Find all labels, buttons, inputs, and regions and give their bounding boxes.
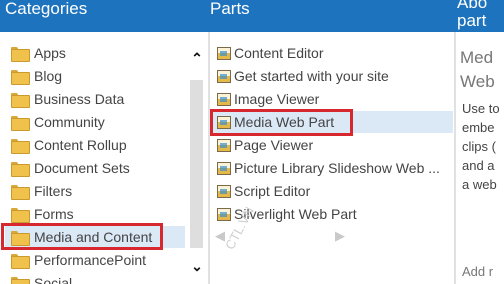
category-item-performancepoint[interactable]: PerformancePoint	[5, 249, 185, 271]
part-item-picture-library-slideshow[interactable]: Picture Library Slideshow Web ...	[213, 157, 453, 179]
about-description-line: embe	[462, 120, 495, 135]
part-label: Content Editor	[234, 45, 324, 61]
column-divider	[208, 32, 210, 284]
categories-heading: Categories	[5, 0, 88, 18]
folder-icon	[11, 46, 30, 62]
about-part-title-line2: Web	[460, 72, 495, 91]
web-part-icon	[217, 161, 231, 175]
part-item-image-viewer[interactable]: Image Viewer	[213, 88, 453, 110]
web-part-icon	[217, 207, 231, 221]
folder-icon	[11, 184, 30, 200]
folder-icon	[11, 92, 30, 108]
category-label: Apps	[34, 45, 66, 61]
folder-icon	[11, 69, 30, 85]
folder-icon	[11, 138, 30, 154]
parts-heading: Parts	[210, 0, 250, 18]
chevron-up-icon[interactable]: ⌃	[186, 50, 208, 66]
part-label: Get started with your site	[234, 68, 389, 84]
part-item-page-viewer[interactable]: Page Viewer	[213, 134, 453, 156]
folder-icon	[11, 276, 30, 284]
arrow-right-icon[interactable]: ▶	[335, 228, 345, 244]
add-part-link[interactable]: Add r	[462, 264, 493, 279]
part-label: Page Viewer	[234, 137, 314, 153]
folder-icon	[11, 207, 30, 223]
part-label: Script Editor	[234, 183, 311, 199]
part-item-get-started[interactable]: Get started with your site	[213, 65, 453, 87]
part-label: Image Viewer	[234, 91, 320, 107]
category-label: Filters	[34, 183, 73, 199]
part-label: Picture Library Slideshow Web ...	[234, 160, 440, 176]
column-divider	[454, 32, 456, 284]
web-part-icon	[217, 92, 231, 106]
web-part-icon	[217, 184, 231, 198]
about-description-line: a web	[462, 177, 497, 192]
category-label: PerformancePoint	[34, 252, 147, 268]
category-label: Social	[34, 275, 73, 284]
folder-icon	[11, 115, 30, 131]
category-item-social[interactable]: Social	[5, 272, 185, 284]
about-description-line: and a	[462, 158, 495, 173]
about-heading: Abo part	[457, 0, 487, 30]
category-label: Blog	[34, 68, 63, 84]
web-part-icon	[217, 46, 231, 60]
web-part-icon	[217, 138, 231, 152]
category-item-community[interactable]: Community	[5, 111, 185, 133]
category-label: Content Rollup	[34, 137, 127, 153]
about-part-title-line1: Med	[460, 48, 494, 67]
category-label: Community	[34, 114, 105, 130]
category-label: Forms	[34, 206, 74, 222]
about-description-line: Use to	[462, 101, 500, 116]
selection-highlight-box	[1, 223, 163, 250]
selection-highlight-box	[210, 109, 353, 136]
category-item-forms[interactable]: Forms	[5, 203, 185, 225]
category-item-content-rollup[interactable]: Content Rollup	[5, 134, 185, 156]
about-heading-line2: part	[457, 11, 487, 30]
categories-scrollbar[interactable]: ⌃ ⌄	[186, 40, 208, 278]
category-item-document-sets[interactable]: Document Sets	[5, 157, 185, 179]
category-item-blog[interactable]: Blog	[5, 65, 185, 87]
category-item-apps[interactable]: Apps	[5, 42, 185, 64]
category-item-filters[interactable]: Filters	[5, 180, 185, 202]
folder-icon	[11, 161, 30, 177]
scrollbar-thumb[interactable]	[190, 80, 203, 248]
part-item-script-editor[interactable]: Script Editor	[213, 180, 453, 202]
web-part-icon	[217, 69, 231, 83]
category-label: Document Sets	[34, 160, 130, 176]
about-description-line: clips (	[462, 139, 496, 154]
category-label: Business Data	[34, 91, 125, 107]
part-item-content-editor[interactable]: Content Editor	[213, 42, 453, 64]
folder-icon	[11, 253, 30, 269]
category-item-business-data[interactable]: Business Data	[5, 88, 185, 110]
chevron-down-icon[interactable]: ⌄	[186, 258, 208, 274]
web-part-picker-header: Categories Parts Abo part	[0, 0, 504, 32]
